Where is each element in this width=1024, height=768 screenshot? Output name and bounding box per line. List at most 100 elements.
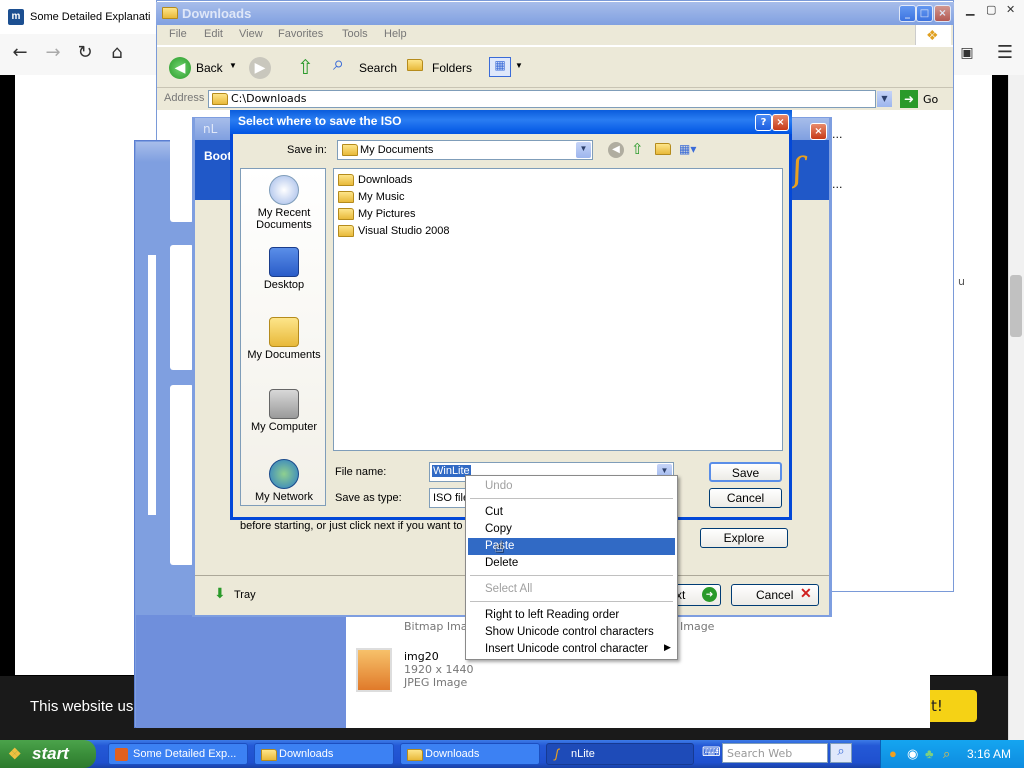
menu-item-cut[interactable]: Cut [468, 504, 675, 521]
outer-close-icon[interactable]: ✕ [1006, 3, 1015, 16]
place-recent-label: My Recent Documents [256, 207, 312, 231]
menu-file[interactable]: File [169, 28, 187, 40]
save-type-select[interactable]: ISO file [429, 488, 469, 508]
back-dropdown-icon[interactable]: ▼ [229, 61, 237, 70]
list-item[interactable]: My Pictures [338, 206, 415, 222]
img20-name[interactable]: img20 [404, 650, 439, 663]
img20-type: JPEG Image [404, 676, 468, 689]
task-downloads-2[interactable]: Downloads [400, 743, 540, 765]
search-icon[interactable]: ⌕ [333, 53, 344, 76]
explorer-truncated-1: ... [832, 128, 843, 141]
music-folder-icon [338, 191, 354, 203]
explorer-close-button[interactable]: × [934, 5, 951, 22]
menu-edit[interactable]: Edit [204, 28, 223, 40]
address-dropdown-icon[interactable]: ▼ [877, 91, 892, 107]
outer-restore-icon[interactable]: ▢ [986, 3, 996, 16]
page-scrollbar-thumb[interactable] [1010, 275, 1022, 337]
place-my-network[interactable]: My Network [241, 459, 327, 503]
background-task-panel-3 [170, 385, 194, 565]
dialog-file-list[interactable]: Downloads My Music My Pictures Visual St… [333, 168, 783, 451]
dialog-cancel-button[interactable]: Cancel [709, 488, 782, 508]
up-folder-icon[interactable]: ⇧ [297, 55, 314, 80]
list-item[interactable]: Visual Studio 2008 [338, 223, 450, 239]
tray-app-icon-2[interactable]: ♣ [925, 746, 934, 761]
explorer-minimize-button[interactable]: _ [899, 5, 916, 22]
views-dropdown-icon[interactable]: ▼ [515, 61, 523, 70]
dialog-up-folder-icon[interactable]: ⇧ [631, 140, 644, 158]
folders-icon[interactable] [407, 59, 423, 71]
place-recent[interactable]: My Recent Documents [241, 175, 327, 231]
taskbar-folder-icon [407, 749, 423, 761]
folders-button[interactable]: Folders [432, 61, 472, 75]
menu-hamburger-icon[interactable]: ☰ [990, 38, 1020, 68]
start-button[interactable]: ❖ start [0, 740, 96, 768]
explore-button[interactable]: Explore [700, 528, 788, 548]
reload-icon[interactable]: ↻ [70, 38, 100, 68]
place-my-computer[interactable]: My Computer [241, 389, 327, 433]
place-desktop[interactable]: Desktop [241, 247, 327, 291]
tray-app-icon-1[interactable]: ● [889, 746, 897, 761]
page-scrollbar[interactable] [1008, 75, 1024, 740]
menu-favorites[interactable]: Favorites [278, 28, 323, 40]
address-input[interactable]: C:\Downloads [208, 90, 876, 108]
keyboard-icon[interactable]: ⌨ [702, 745, 721, 760]
dialog-close-button[interactable]: × [772, 114, 789, 131]
dialog-help-button[interactable]: ? [755, 114, 772, 131]
tray-icon[interactable]: ⬇ [214, 586, 226, 602]
task-downloads-1[interactable]: Downloads [254, 743, 394, 765]
list-item[interactable]: Downloads [338, 172, 412, 188]
nlite-cancel-button[interactable]: Cancel ✕ [731, 584, 819, 606]
explorer-maximize-button[interactable]: □ [916, 5, 933, 22]
search-button[interactable]: Search [359, 61, 397, 75]
back-button-icon[interactable]: ◀ [169, 57, 191, 79]
new-folder-icon[interactable] [655, 143, 671, 155]
nlite-boot-label: Boot [204, 149, 232, 163]
search-web-input[interactable]: Search Web [722, 743, 828, 763]
tray-network-icon[interactable]: ◉ [907, 746, 918, 762]
windows-logo-icon: ❖ [915, 25, 951, 45]
dialog-back-icon[interactable]: ◀ [608, 142, 624, 158]
menu-view[interactable]: View [239, 28, 263, 40]
menu-help[interactable]: Help [384, 28, 407, 40]
views-icon[interactable]: ▦ [489, 57, 511, 77]
save-type-value: ISO file [433, 492, 469, 504]
tray-button[interactable]: Tray [234, 589, 256, 601]
menu-item-show-unicode[interactable]: Show Unicode control characters [468, 624, 675, 641]
menu-item-rtl[interactable]: Right to left Reading order [468, 607, 675, 624]
go-arrow-icon[interactable]: ➜ [900, 90, 918, 108]
my-documents-icon [269, 317, 299, 347]
place-my-documents[interactable]: My Documents [241, 317, 327, 361]
nlite-close-button[interactable]: × [810, 123, 827, 140]
menu-item-undo[interactable]: Undo [468, 478, 675, 495]
forward-button-icon[interactable]: ▶ [249, 57, 271, 79]
go-button[interactable]: Go [923, 93, 938, 106]
menu-tools[interactable]: Tools [342, 28, 368, 40]
save-button[interactable]: Save [709, 462, 782, 482]
search-web-icon[interactable]: ⌕ [830, 743, 852, 763]
task-browser[interactable]: Some Detailed Exp... [108, 743, 248, 765]
explorer-toolbar: ◀ Back ▼ ▶ ⇧ ⌕ Search Folders ▦ ▼ [157, 46, 953, 88]
back-arrow-icon[interactable]: ← [5, 38, 35, 68]
list-item[interactable]: My Music [338, 189, 404, 205]
back-button[interactable]: Back [196, 61, 223, 75]
mouse-cursor-icon: ☝ [494, 537, 504, 556]
jpeg-thumbnail-icon[interactable] [356, 648, 392, 692]
dialog-titlebar[interactable]: Select where to save the ISO [230, 110, 792, 134]
reader-view-icon[interactable]: ▣ [952, 38, 982, 68]
forward-arrow-icon[interactable]: → [38, 38, 68, 68]
menu-item-delete[interactable]: Delete [468, 555, 675, 572]
menu-item-select-all[interactable]: Select All [468, 581, 675, 598]
dialog-views-icon[interactable]: ▦▾ [679, 142, 696, 156]
save-in-dropdown-icon[interactable]: ▼ [576, 142, 591, 158]
task-nlite[interactable]: ʃ nLite [546, 743, 694, 765]
menu-item-insert-unicode[interactable]: Insert Unicode control character [468, 641, 675, 658]
place-desktop-label: Desktop [263, 279, 305, 291]
tray-search-icon[interactable]: ⌕ [943, 746, 950, 762]
explorer-titlebar[interactable]: Downloads [156, 2, 954, 26]
save-in-select[interactable]: My Documents ▼ [337, 140, 593, 160]
outer-minimize-icon[interactable]: ▁ [966, 3, 974, 16]
browser-tab[interactable]: m Some Detailed Explanati [0, 0, 160, 34]
menu-item-copy[interactable]: Copy [468, 521, 675, 538]
home-icon[interactable]: ⌂ [102, 38, 132, 68]
dialog-title: Select where to save the ISO [238, 114, 402, 128]
